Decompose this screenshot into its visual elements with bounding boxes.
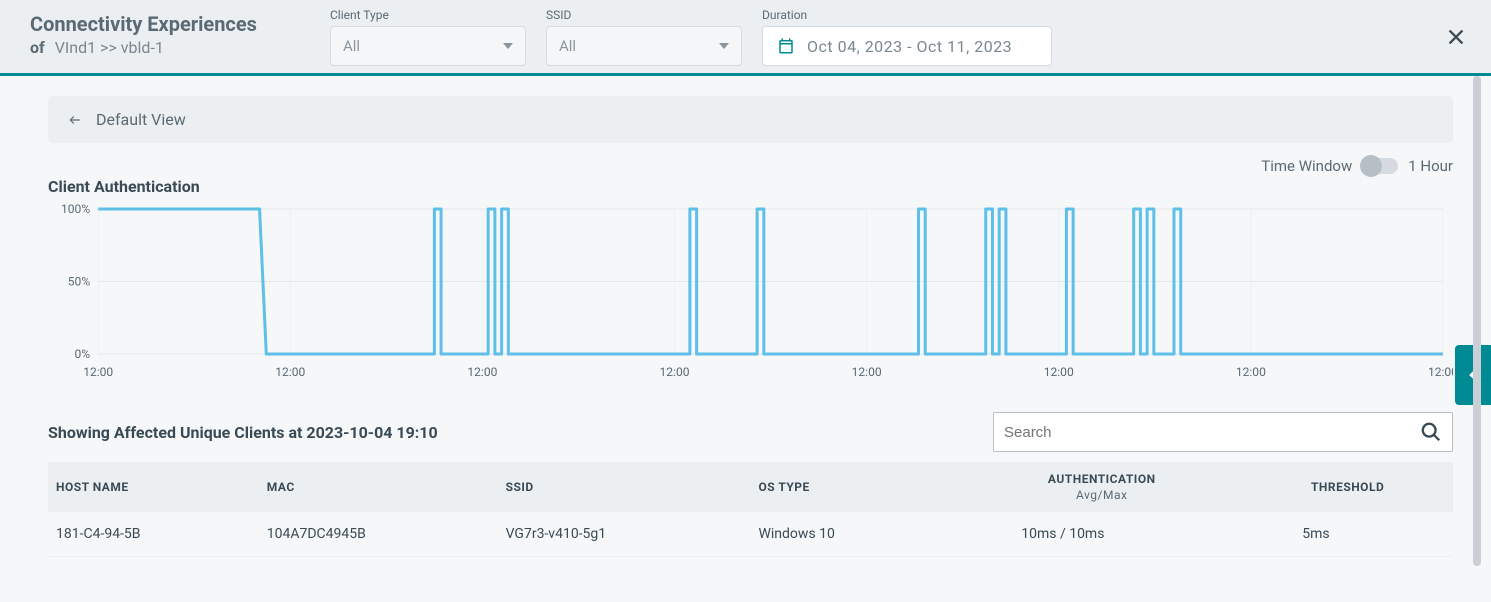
search-input[interactable] <box>1004 424 1420 441</box>
auth-chart-svg: 100% 50% 0% 12:00 12:00 12:00 12:00 12:00 12:00 1… <box>48 204 1453 384</box>
duration-label: Duration <box>762 8 1052 22</box>
col-auth-label: AUTHENTICATION <box>1048 472 1156 486</box>
client-type-value: All <box>343 37 360 55</box>
col-threshold[interactable]: THRESHOLD <box>1242 462 1453 512</box>
page-title: Connectivity Experiences <box>30 12 330 36</box>
col-auth[interactable]: AUTHENTICATION Avg/Max <box>961 462 1242 512</box>
calendar-icon <box>777 37 795 55</box>
svg-text:12:00: 12:00 <box>275 365 305 379</box>
header-bar: Connectivity Experiences of VInd1 >> vbl… <box>0 0 1491 76</box>
affected-header-row: Showing Affected Unique Clients at 2023-… <box>48 412 1453 452</box>
client-type-filter: Client Type All <box>330 8 526 66</box>
chart-area[interactable]: 100% 50% 0% 12:00 12:00 12:00 12:00 12:00 12:00 1… <box>48 204 1453 384</box>
search-icon <box>1420 421 1442 443</box>
cell-auth: 10ms / 10ms <box>961 512 1242 557</box>
content-area: Default View Time Window 1 Hour Client A… <box>0 76 1491 602</box>
affected-title: Showing Affected Unique Clients at 2023-… <box>48 423 438 442</box>
breadcrumb-path: VInd1 >> vbld-1 <box>55 38 164 57</box>
col-mac[interactable]: MAC <box>259 462 498 512</box>
ssid-label: SSID <box>546 8 742 22</box>
chevron-down-icon <box>503 43 513 49</box>
svg-text:12:00: 12:00 <box>1236 365 1266 379</box>
time-window-row: Time Window 1 Hour <box>48 157 1453 175</box>
of-label: of <box>30 38 45 57</box>
svg-text:12:00: 12:00 <box>1044 365 1074 379</box>
svg-text:12:00: 12:00 <box>660 365 690 379</box>
clients-table: HOST NAME MAC SSID OS TYPE AUTHENTICATIO… <box>48 462 1453 557</box>
col-auth-sub: Avg/Max <box>969 488 1234 502</box>
toggle-knob <box>1360 155 1382 177</box>
cell-mac[interactable]: 104A7DC4945B <box>259 512 498 557</box>
svg-text:12:00: 12:00 <box>83 365 113 379</box>
time-window-toggle[interactable] <box>1362 158 1398 174</box>
page-breadcrumb: of VInd1 >> vbld-1 <box>30 38 330 57</box>
cell-ssid: VG7r3-v410-5g1 <box>498 512 751 557</box>
duration-filter: Duration Oct 04, 2023 - Oct 11, 2023 <box>762 8 1052 66</box>
ssid-filter: SSID All <box>546 8 742 66</box>
chart-title: Client Authentication <box>48 177 1453 196</box>
col-ssid[interactable]: SSID <box>498 462 751 512</box>
close-icon <box>1445 26 1467 48</box>
ssid-select[interactable]: All <box>546 26 742 66</box>
arrow-left-icon <box>66 113 84 127</box>
client-type-select[interactable]: All <box>330 26 526 66</box>
scrollbar-thumb[interactable] <box>1473 76 1481 566</box>
vertical-scrollbar[interactable] <box>1473 76 1481 602</box>
col-host[interactable]: HOST NAME <box>48 462 259 512</box>
chevron-down-icon <box>719 43 729 49</box>
svg-text:12:00: 12:00 <box>467 365 497 379</box>
ssid-value: All <box>559 37 576 55</box>
cell-threshold: 5ms <box>1242 512 1453 557</box>
col-os[interactable]: OS TYPE <box>750 462 961 512</box>
svg-text:12:00: 12:00 <box>852 365 882 379</box>
default-view-bar[interactable]: Default View <box>48 96 1453 143</box>
clients-table-header: HOST NAME MAC SSID OS TYPE AUTHENTICATIO… <box>48 462 1453 512</box>
default-view-label: Default View <box>96 110 186 129</box>
close-button[interactable] <box>1445 26 1467 52</box>
table-row: 181-C4-94-5B104A7DC4945BVG7r3-v410-5g1Wi… <box>48 512 1453 557</box>
svg-text:0%: 0% <box>75 347 91 361</box>
cell-os: Windows 10 <box>750 512 961 557</box>
page-title-block: Connectivity Experiences of VInd1 >> vbl… <box>30 8 330 57</box>
client-type-label: Client Type <box>330 8 526 22</box>
time-window-value: 1 Hour <box>1408 157 1453 175</box>
time-window-label: Time Window <box>1261 157 1352 175</box>
svg-text:100%: 100% <box>61 204 90 216</box>
svg-text:12:00: 12:00 <box>1428 365 1453 379</box>
cell-host[interactable]: 181-C4-94-5B <box>48 512 259 557</box>
search-box[interactable] <box>993 412 1453 452</box>
svg-text:50%: 50% <box>68 275 91 289</box>
duration-picker[interactable]: Oct 04, 2023 - Oct 11, 2023 <box>762 26 1052 66</box>
duration-value: Oct 04, 2023 - Oct 11, 2023 <box>807 37 1012 56</box>
